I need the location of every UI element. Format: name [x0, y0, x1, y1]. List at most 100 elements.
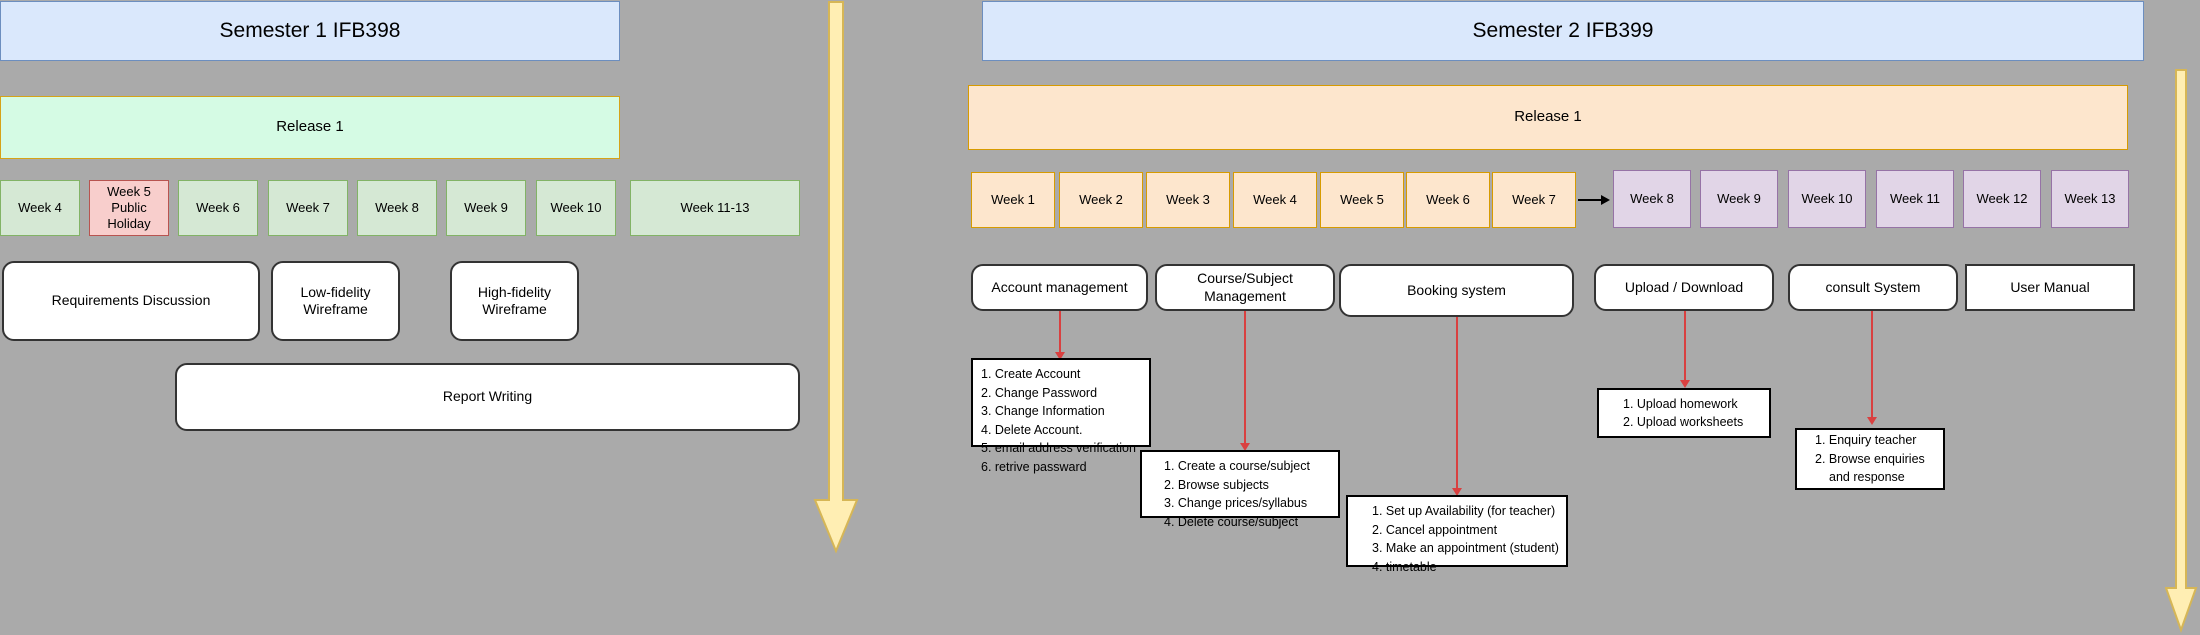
s2-week-3-label: Week 3 — [1166, 191, 1210, 207]
connector-upload-arrowhead — [1680, 380, 1690, 388]
s1-week-6: Week 9 — [446, 180, 526, 236]
s1-week-8-label: Week 11-13 — [680, 199, 750, 215]
s2-week-12-label: Week 12 — [1976, 190, 2028, 206]
s2-week-10-label: Week 10 — [1801, 190, 1853, 206]
s2-week-13: Week 13 — [2051, 170, 2129, 228]
s2-week-10: Week 10 — [1788, 170, 1866, 228]
detail-line: 1. Set up Availability (for teacher) — [1372, 504, 1556, 518]
s2-week-5-label: Week 5 — [1340, 191, 1384, 207]
s2-week-1: Week 1 — [971, 172, 1055, 228]
s2-week-9-label: Week 9 — [1717, 190, 1761, 206]
module-account-management-label: Account management — [991, 278, 1128, 295]
s2-week-6: Week 6 — [1406, 172, 1490, 228]
detail-line: 4. timetable — [1372, 559, 1437, 574]
task-high-fidelity-wireframe-label: High-fidelity Wireframe — [477, 283, 552, 318]
detail-line: 1. Enquiry teacher — [1815, 433, 1917, 448]
semester1-header: Semester 1 IFB398 — [0, 1, 620, 61]
s1-week-1-label: Week 4 — [18, 199, 62, 215]
detail-consult-system: 1. Enquiry teacher 2. Browse enquiries a… — [1795, 428, 1945, 490]
module-booking-system[interactable]: Booking system — [1339, 264, 1574, 317]
semester2-release-label: Release 1 — [1514, 108, 1582, 126]
timeline-down-arrow-left — [813, 0, 859, 555]
s2-week-11-label: Week 11 — [1889, 190, 1941, 206]
module-course-subject-management[interactable]: Course/Subject Management — [1155, 264, 1335, 311]
semester1-header-label: Semester 1 IFB398 — [219, 18, 401, 42]
module-upload-download-label: Upload / Download — [1624, 278, 1744, 295]
semester2-release-bar: Release 1 — [968, 85, 2128, 150]
s1-week-2: Week 5 Public Holiday — [89, 180, 169, 236]
s1-week-4-label: Week 7 — [286, 199, 330, 215]
s1-week-6-label: Week 9 — [464, 199, 508, 215]
s2-week-4-label: Week 4 — [1253, 191, 1297, 207]
down-arrow-icon — [813, 1, 859, 554]
right-arrow-icon — [1601, 195, 1610, 205]
task-report-writing-label: Report Writing — [442, 388, 533, 405]
diagram-canvas: Semester 1 IFB398 Release 1 Week 4 Week … — [0, 0, 2200, 635]
module-upload-download[interactable]: Upload / Download — [1594, 264, 1774, 311]
module-account-management[interactable]: Account management — [971, 264, 1148, 311]
module-consult-system[interactable]: consult System — [1788, 264, 1958, 311]
detail-line: 1. Create Account — [981, 367, 1081, 381]
s2-week-8-label: Week 8 — [1630, 190, 1674, 206]
task-low-fidelity-wireframe[interactable]: Low-fidelity Wireframe — [271, 261, 400, 341]
s1-week-5: Week 8 — [357, 180, 437, 236]
s1-week-3: Week 6 — [178, 180, 258, 236]
detail-line: 2. Browse enquiries — [1815, 451, 1925, 466]
detail-line: 2. Upload worksheets — [1623, 415, 1744, 429]
s1-week-3-label: Week 6 — [196, 199, 240, 215]
s1-week-8: Week 11-13 — [630, 180, 800, 236]
detail-line: 3. Change Information — [981, 404, 1105, 418]
task-requirements-discussion[interactable]: Requirements Discussion — [2, 261, 260, 341]
detail-account-management: 1. Create Account 2. Change Password 3. … — [971, 358, 1151, 474]
detail-line: 2. Browse subjects — [1164, 477, 1269, 492]
s2-week-5: Week 5 — [1320, 172, 1404, 228]
week7-to-week8-line — [1578, 199, 1602, 201]
connector-booking — [1456, 317, 1458, 491]
timeline-down-arrow-right — [2164, 68, 2199, 633]
connector-course — [1244, 311, 1246, 446]
s1-week-7-label: Week 10 — [550, 199, 602, 215]
task-low-fidelity-wireframe-label: Low-fidelity Wireframe — [300, 283, 371, 318]
s2-week-6-label: Week 6 — [1426, 191, 1470, 207]
detail-line: 4. Delete Account. — [981, 422, 1083, 437]
detail-line: 4. Delete course/subject — [1164, 514, 1299, 529]
detail-line: and response — [1829, 470, 1905, 485]
module-consult-system-label: consult System — [1825, 278, 1921, 295]
module-booking-system-label: Booking system — [1407, 281, 1506, 298]
s1-week-4: Week 7 — [268, 180, 348, 236]
s2-week-2-label: Week 2 — [1079, 191, 1123, 207]
s2-week-13-label: Week 13 — [2064, 190, 2116, 206]
s1-week-1: Week 4 — [0, 180, 80, 236]
s2-week-2: Week 2 — [1059, 172, 1143, 228]
s2-week-7-label: Week 7 — [1512, 191, 1556, 207]
s2-week-9: Week 9 — [1700, 170, 1778, 228]
module-course-subject-management-label: Course/Subject Management — [1197, 270, 1293, 304]
connector-consult — [1871, 311, 1873, 420]
detail-line: 2. Change Password — [981, 385, 1098, 400]
detail-booking-system: 1. Set up Availability (for teacher) 2. … — [1346, 495, 1568, 574]
s2-week-4: Week 4 — [1233, 172, 1317, 228]
detail-line: 1. Create a course/subject — [1164, 459, 1310, 473]
s2-week-11: Week 11 — [1876, 170, 1954, 228]
task-report-writing[interactable]: Report Writing — [175, 363, 800, 431]
s1-week-7: Week 10 — [536, 180, 616, 236]
semester2-header: Semester 2 IFB399 — [982, 1, 2144, 61]
connector-account — [1059, 311, 1061, 355]
detail-line: 1. Upload homework — [1623, 396, 1738, 411]
task-high-fidelity-wireframe[interactable]: High-fidelity Wireframe — [450, 261, 579, 341]
down-arrow-icon — [2164, 69, 2198, 633]
task-requirements-discussion-label: Requirements Discussion — [51, 292, 211, 309]
semester2-header-label: Semester 2 IFB399 — [1472, 18, 1654, 42]
s2-week-8: Week 8 — [1613, 170, 1691, 228]
detail-line: 6. retrive passward — [981, 459, 1087, 474]
detail-line: 2. Cancel appointment — [1372, 522, 1498, 537]
s2-week-1-label: Week 1 — [991, 191, 1035, 207]
s2-week-12: Week 12 — [1963, 170, 2041, 228]
semester1-release-label: Release 1 — [276, 118, 344, 136]
module-user-manual-label: User Manual — [2010, 278, 2090, 295]
semester1-release-bar: Release 1 — [0, 96, 620, 159]
s2-week-7: Week 7 — [1492, 172, 1576, 228]
detail-line: 3. Change prices/syllabus — [1164, 496, 1308, 510]
module-user-manual[interactable]: User Manual — [1965, 264, 2135, 311]
connector-consult-arrowhead — [1867, 417, 1877, 425]
